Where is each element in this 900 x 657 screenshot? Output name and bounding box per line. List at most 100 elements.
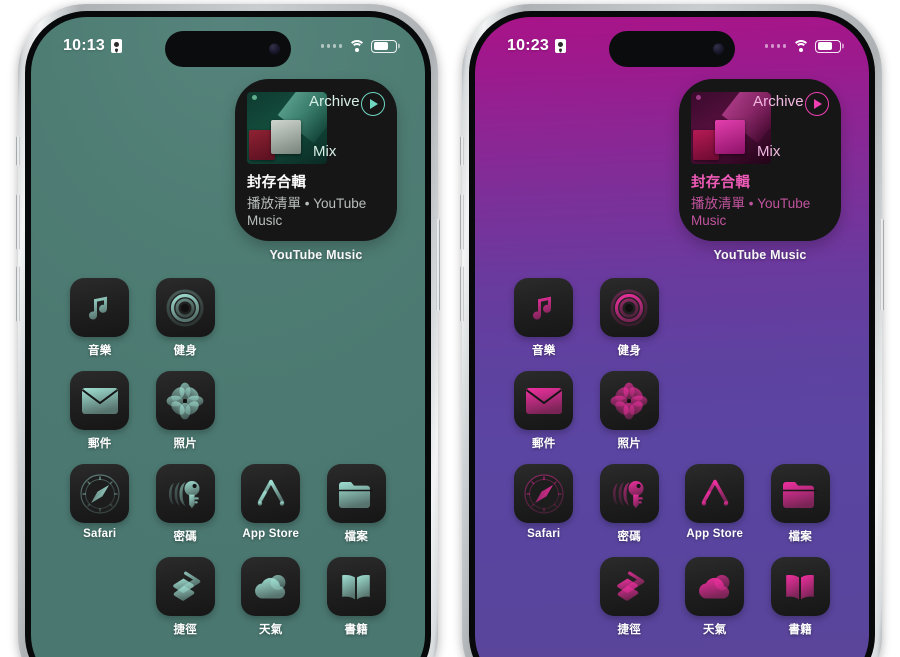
widget-subtitle: 播放清單 • YouTube Music	[691, 196, 811, 229]
action-button[interactable]	[16, 136, 20, 166]
youtube-music-widget-wrap: Archive Mix 封存合輯 播放清單 • YouTube Music Yo…	[679, 79, 841, 262]
screen-record-icon	[554, 39, 566, 53]
play-circle-icon[interactable]	[361, 92, 385, 116]
mail-icon[interactable]	[70, 371, 130, 430]
status-left: 10:23	[507, 37, 566, 55]
app-label: 健身	[617, 345, 641, 357]
app-label: 密碼	[173, 531, 197, 543]
app-tile-mail[interactable]: 郵件	[57, 371, 143, 451]
dynamic-island[interactable]	[165, 31, 291, 67]
safari-icon[interactable]	[514, 464, 574, 523]
app-tile-files[interactable]: 檔案	[758, 464, 844, 544]
power-button[interactable]	[880, 219, 884, 311]
app-tile-app-store[interactable]: App Store	[228, 464, 314, 544]
app-store-icon[interactable]	[241, 464, 301, 523]
music-icon[interactable]	[70, 278, 130, 337]
dynamic-island[interactable]	[609, 31, 735, 67]
passwords-icon[interactable]	[155, 464, 215, 523]
status-time: 10:13	[63, 37, 105, 54]
books-icon[interactable]	[770, 557, 830, 616]
app-label: App Store	[242, 528, 300, 540]
widget-app-label: YouTube Music	[269, 248, 363, 262]
youtube-music-widget[interactable]: Archive Mix 封存合輯 播放清單 • YouTube Music	[679, 79, 841, 241]
safari-icon[interactable]	[70, 464, 130, 523]
right-phone: 10:23 Archive Mix 封存合輯 播放清單 • YouTube Mu…	[460, 4, 884, 657]
right-phone-screen: 10:23 Archive Mix 封存合輯 播放清單 • YouTube Mu…	[475, 17, 869, 657]
app-tile-books[interactable]: 書籍	[314, 557, 400, 637]
weather-icon[interactable]	[241, 557, 301, 616]
action-button[interactable]	[460, 136, 464, 166]
app-label: 書籍	[788, 624, 812, 636]
app-label: Safari	[83, 528, 117, 540]
status-time: 10:23	[507, 37, 549, 54]
artwork-bottom-label: Mix	[757, 143, 781, 160]
app-tile-music[interactable]: 音樂	[501, 278, 587, 358]
files-icon[interactable]	[326, 464, 386, 523]
app-tile-photos[interactable]: 照片	[587, 371, 673, 451]
home-screen: Archive Mix 封存合輯 播放清單 • YouTube Music Yo…	[31, 65, 425, 637]
app-tile-weather[interactable]: 天氣	[228, 557, 314, 637]
volume-up-button[interactable]	[16, 194, 20, 250]
cellular-dots-icon	[320, 44, 342, 48]
youtube-music-widget-wrap: Archive Mix 封存合輯 播放清單 • YouTube Music Yo…	[235, 79, 397, 262]
passwords-icon[interactable]	[599, 464, 659, 523]
app-label: 郵件	[88, 438, 112, 450]
widget-subtitle: 播放清單 • YouTube Music	[247, 196, 367, 229]
app-tile-files[interactable]: 檔案	[314, 464, 400, 544]
fitness-icon[interactable]	[155, 278, 215, 337]
volume-down-button[interactable]	[16, 266, 20, 322]
app-tile-passwords[interactable]: 密碼	[587, 464, 673, 544]
battery-icon	[371, 39, 397, 53]
app-tile-fitness[interactable]: 健身	[143, 278, 229, 358]
artwork-top-label: Archive	[753, 93, 804, 110]
app-tile-safari[interactable]: Safari	[57, 464, 143, 544]
photos-icon[interactable]	[155, 371, 215, 430]
app-label: 書籍	[344, 624, 368, 636]
weather-icon[interactable]	[685, 557, 745, 616]
app-tile-photos[interactable]: 照片	[143, 371, 229, 451]
screen-record-icon	[110, 39, 122, 53]
app-label: 音樂	[532, 345, 556, 357]
status-right	[320, 39, 397, 53]
shortcuts-icon[interactable]	[155, 557, 215, 616]
app-tile-app-store[interactable]: App Store	[672, 464, 758, 544]
mail-icon[interactable]	[514, 371, 574, 430]
app-label: 捷徑	[617, 624, 641, 636]
youtube-music-widget[interactable]: Archive Mix 封存合輯 播放清單 • YouTube Music	[235, 79, 397, 241]
app-tile-fitness[interactable]: 健身	[587, 278, 673, 358]
wifi-icon	[792, 39, 809, 53]
app-label: 健身	[173, 345, 197, 357]
volume-up-button[interactable]	[460, 194, 464, 250]
app-tile-shortcuts[interactable]: 捷徑	[587, 557, 673, 637]
app-tile-safari[interactable]: Safari	[501, 464, 587, 544]
app-label: 捷徑	[173, 624, 197, 636]
status-left: 10:13	[63, 37, 122, 55]
comparison-stage: 10:13 Archive Mix 封存合輯 播放清單 • YouTube Mu…	[0, 0, 900, 657]
files-icon[interactable]	[770, 464, 830, 523]
artwork-bottom-label: Mix	[313, 143, 337, 160]
artwork-dot-icon	[696, 95, 701, 100]
music-icon[interactable]	[514, 278, 574, 337]
app-tile-music[interactable]: 音樂	[57, 278, 143, 358]
widget-app-label: YouTube Music	[713, 248, 807, 262]
app-tile-books[interactable]: 書籍	[758, 557, 844, 637]
app-grid: 音樂 健身 郵件 照片 Safari 密碼 App Store 檔案 捷徑 天氣…	[501, 278, 843, 637]
app-store-icon[interactable]	[685, 464, 745, 523]
widget-artwork-area: Archive Mix	[691, 90, 829, 168]
app-tile-mail[interactable]: 郵件	[501, 371, 587, 451]
fitness-icon[interactable]	[599, 278, 659, 337]
books-icon[interactable]	[326, 557, 386, 616]
power-button[interactable]	[436, 219, 440, 311]
volume-down-button[interactable]	[460, 266, 464, 322]
photos-icon[interactable]	[599, 371, 659, 430]
app-tile-weather[interactable]: 天氣	[672, 557, 758, 637]
left-phone: 10:13 Archive Mix 封存合輯 播放清單 • YouTube Mu…	[16, 4, 440, 657]
cellular-dots-icon	[764, 44, 786, 48]
app-tile-shortcuts[interactable]: 捷徑	[143, 557, 229, 637]
shortcuts-icon[interactable]	[599, 557, 659, 616]
app-tile-passwords[interactable]: 密碼	[143, 464, 229, 544]
app-label: 照片	[617, 438, 641, 450]
play-circle-icon[interactable]	[805, 92, 829, 116]
app-grid: 音樂 健身 郵件 照片 Safari 密碼 App Store 檔案 捷徑 天氣…	[57, 278, 399, 637]
status-right	[764, 39, 841, 53]
